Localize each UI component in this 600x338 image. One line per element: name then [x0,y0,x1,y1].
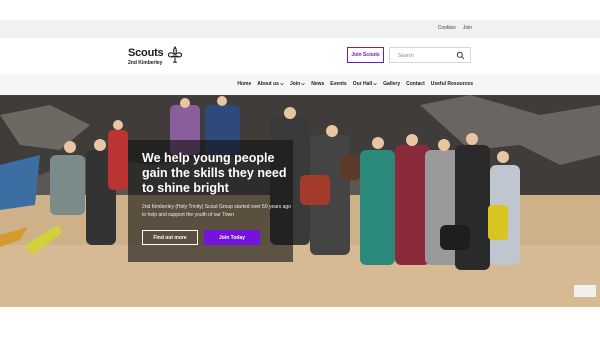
join-today-button[interactable]: Join Today [204,230,260,245]
search-icon[interactable] [456,51,465,60]
chevron-down-icon [301,82,305,86]
nav-label: Join [289,81,301,87]
utility-links: Cookies Join [438,25,472,31]
find-out-more-button[interactable]: Find out more [142,230,198,245]
nav-label: Our Hall [352,81,373,87]
search-placeholder: Search [398,53,414,59]
hero-group-photo [0,95,600,307]
scouts-logo[interactable]: Scouts 2nd Kimberley [128,46,183,66]
search-input[interactable]: Search [389,47,471,63]
cookies-link[interactable]: Cookies [438,25,456,31]
nav-item-news[interactable]: News [311,81,324,87]
nav-label: Events [330,81,347,87]
fleur-de-lis-icon [167,46,183,63]
chevron-down-icon [373,82,377,86]
site-header: Scouts 2nd Kimberley Join Scouts Search [0,38,600,74]
nav-item-contact[interactable]: Contact [406,81,425,87]
nav-item-join[interactable]: Join [290,81,305,87]
nav-label: About us [257,81,279,87]
nav-item-about-us[interactable]: About us [257,81,284,87]
main-nav: Home About us Join News Events Our Hall … [0,74,600,95]
join-scouts-button[interactable]: Join Scouts [347,47,384,63]
nav-item-home[interactable]: Home [237,81,251,87]
nav-item-events[interactable]: Events [330,81,346,87]
hero-overlay: We help young people gain the skills the… [128,140,293,262]
utility-bar: Cookies Join [0,20,600,38]
join-link[interactable]: Join [463,25,472,31]
hero-heading: We help young people gain the skills the… [142,151,287,195]
chevron-down-icon [280,82,284,86]
nav-label: Useful Resources [430,81,473,87]
nav-label: Contact [406,81,425,87]
hero-description: 2nd Kimberley (Holy Trinity) Scout Group… [142,204,291,218]
nav-label: News [311,81,325,87]
hero-banner: We help young people gain the skills the… [0,95,600,307]
logo-name: Scouts [128,47,164,59]
nav-label: Gallery [383,81,401,87]
nav-item-useful-resources[interactable]: Useful Resources [431,81,473,87]
nav-label: Home [237,81,252,87]
nav-item-gallery[interactable]: Gallery [383,81,400,87]
logo-subtitle: 2nd Kimberley [128,60,163,66]
nav-item-our-hall[interactable]: Our Hall [353,81,377,87]
